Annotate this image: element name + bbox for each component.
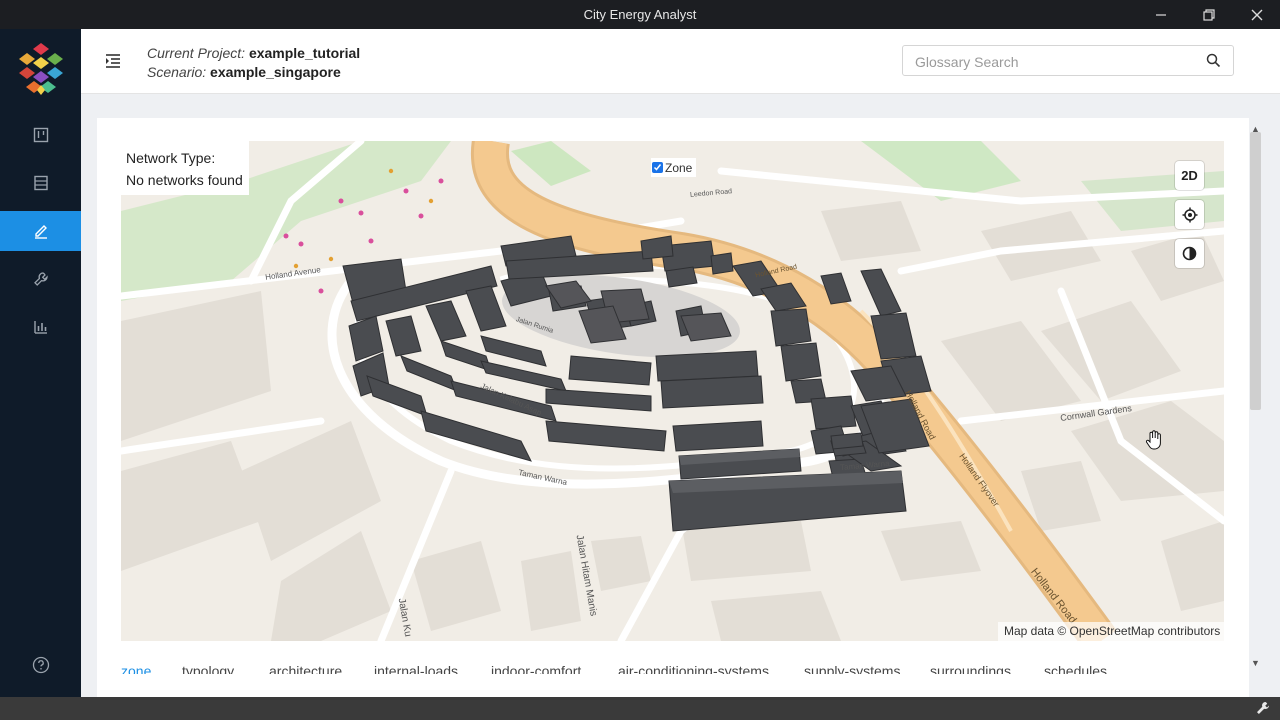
network-legend: Network Type: No networks found xyxy=(121,141,249,195)
zone-layer-label: Zone xyxy=(665,160,693,175)
sidebar-item-tools[interactable] xyxy=(0,259,81,299)
tab-schedules[interactable]: schedules xyxy=(1044,663,1107,674)
scenario-name: example_singapore xyxy=(210,64,341,80)
tab-zone[interactable]: zone xyxy=(121,663,151,674)
tab-air-conditioning-systems[interactable]: air-conditioning-systems xyxy=(618,663,769,674)
minimize-icon xyxy=(1156,13,1166,16)
sidebar-item-dashboard[interactable] xyxy=(0,307,81,347)
close-icon xyxy=(1251,9,1263,20)
tools-icon xyxy=(33,272,48,286)
sidebar-item-input-editor[interactable] xyxy=(0,211,81,251)
help-button[interactable] xyxy=(0,645,81,685)
theme-toggle-button[interactable] xyxy=(1175,239,1204,268)
search-icon[interactable] xyxy=(1206,53,1221,68)
window-title: City Energy Analyst xyxy=(583,7,697,22)
project-name: example_tutorial xyxy=(248,45,361,61)
restore-icon xyxy=(1203,8,1215,21)
page-scrollbar[interactable]: ▲ ▼ xyxy=(1248,124,1263,672)
title-bar: City Energy Analyst xyxy=(0,0,1280,29)
close-button[interactable] xyxy=(1234,0,1280,29)
wrench-icon[interactable] xyxy=(1256,701,1270,715)
zone-layer-toggle[interactable]: Zone xyxy=(651,158,697,177)
crosshair-icon xyxy=(1182,207,1197,222)
network-status: No networks found xyxy=(126,172,243,188)
scenario-label: Scenario: xyxy=(147,64,207,80)
project-info: Current Project: example_tutorial Scenar… xyxy=(147,44,360,82)
hand-cursor-icon xyxy=(1145,430,1161,450)
map-attribution[interactable]: Map data © OpenStreetMap contributors xyxy=(998,622,1227,641)
dashboard-icon xyxy=(33,321,47,334)
zone-checkbox[interactable] xyxy=(652,162,663,173)
cea-logo xyxy=(19,43,63,95)
menu-toggle-icon[interactable] xyxy=(103,51,123,71)
database-icon xyxy=(33,175,48,191)
check-icon xyxy=(653,164,662,171)
locate-button[interactable] xyxy=(1175,200,1204,229)
minimize-button[interactable] xyxy=(1138,0,1184,29)
sidebar-item-database[interactable] xyxy=(0,163,81,203)
view-mode-button[interactable]: 2D xyxy=(1175,161,1204,190)
maximize-button[interactable] xyxy=(1186,0,1232,29)
tab-surroundings[interactable]: surroundings xyxy=(930,663,1011,674)
edit-icon xyxy=(34,225,47,239)
tab-architecture[interactable]: architecture xyxy=(269,663,342,674)
map-view[interactable] xyxy=(121,141,1224,641)
tab-internal-loads[interactable]: internal-loads xyxy=(374,663,458,674)
sidebar-item-project[interactable] xyxy=(0,115,81,155)
sidebar xyxy=(0,29,81,697)
project-label: Current Project: xyxy=(147,45,246,61)
scrollbar-thumb[interactable] xyxy=(1250,132,1261,410)
help-icon xyxy=(32,656,49,674)
status-bar xyxy=(0,697,1280,720)
scroll-down-icon[interactable]: ▼ xyxy=(1251,658,1260,668)
project-icon xyxy=(33,127,48,143)
search-input[interactable] xyxy=(913,51,1197,72)
tab-typology[interactable]: typology xyxy=(182,663,234,674)
input-tabs: zone typology architecture internal-load… xyxy=(121,660,1121,674)
map-canvas[interactable] xyxy=(121,141,1224,641)
contrast-icon xyxy=(1182,246,1197,261)
tab-supply-systems[interactable]: supply-systems xyxy=(804,663,900,674)
network-type-label: Network Type: xyxy=(126,150,216,166)
app-header: Current Project: example_tutorial Scenar… xyxy=(81,29,1280,94)
tab-indoor-comfort[interactable]: indoor-comfort xyxy=(491,663,581,674)
glossary-search[interactable] xyxy=(902,45,1234,76)
